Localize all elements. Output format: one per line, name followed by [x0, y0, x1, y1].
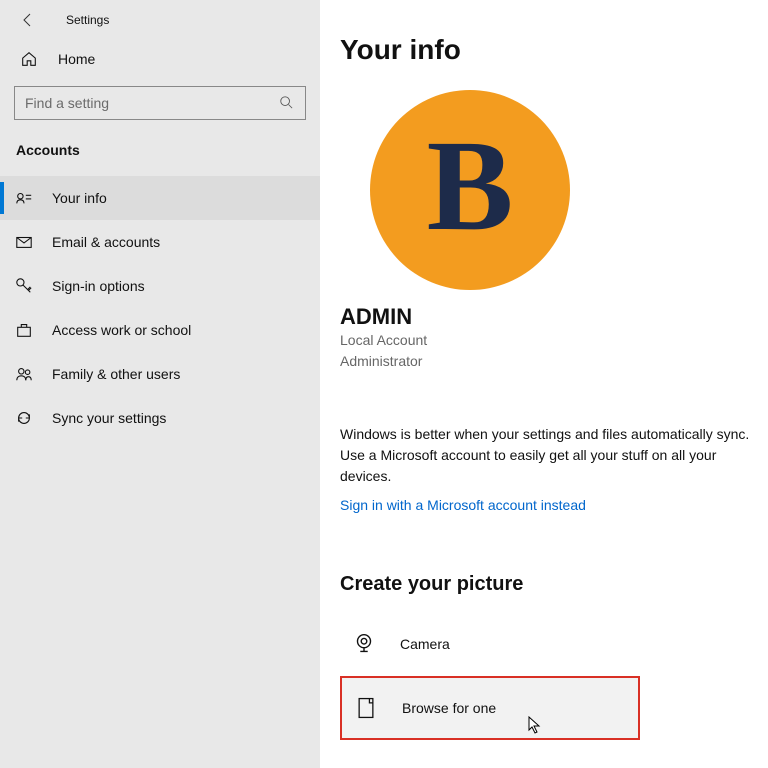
- nav-label: Sign-in options: [52, 278, 145, 294]
- home-icon: [20, 50, 38, 68]
- username: ADMIN: [340, 304, 768, 330]
- signin-microsoft-link[interactable]: Sign in with a Microsoft account instead: [340, 497, 586, 513]
- camera-option[interactable]: Camera: [340, 618, 768, 670]
- avatar: B: [370, 90, 570, 290]
- nav-label: Sync your settings: [52, 410, 166, 426]
- nav-label: Your info: [52, 190, 107, 206]
- search-icon: [279, 95, 295, 111]
- back-arrow-icon[interactable]: [20, 12, 36, 28]
- nav-label: Access work or school: [52, 322, 191, 338]
- nav-label: Email & accounts: [52, 234, 160, 250]
- briefcase-icon: [14, 320, 34, 340]
- sync-description: Windows is better when your settings and…: [340, 424, 768, 487]
- browse-label: Browse for one: [402, 700, 496, 716]
- window-title: Settings: [66, 13, 109, 27]
- sidebar-item-email-accounts[interactable]: Email & accounts: [0, 220, 320, 264]
- category-label: Accounts: [0, 134, 320, 176]
- search-input[interactable]: [14, 86, 306, 120]
- avatar-letter: B: [427, 111, 514, 261]
- people-icon: [14, 364, 34, 384]
- account-role: Administrator: [340, 351, 768, 372]
- sidebar-item-family-users[interactable]: Family & other users: [0, 352, 320, 396]
- search-field[interactable]: [25, 95, 279, 111]
- page-title: Your info: [340, 34, 768, 66]
- home-label: Home: [58, 51, 95, 67]
- home-nav[interactable]: Home: [0, 38, 320, 80]
- cursor-icon: [528, 716, 542, 734]
- key-icon: [14, 276, 34, 296]
- sync-icon: [14, 408, 34, 428]
- sidebar-item-signin-options[interactable]: Sign-in options: [0, 264, 320, 308]
- person-card-icon: [14, 188, 34, 208]
- account-type: Local Account: [340, 330, 768, 351]
- file-icon: [352, 694, 380, 722]
- sidebar-item-your-info[interactable]: Your info: [0, 176, 320, 220]
- main-content: Your info B ADMIN Local Account Administ…: [320, 0, 768, 768]
- camera-label: Camera: [400, 636, 450, 652]
- sidebar-item-sync-settings[interactable]: Sync your settings: [0, 396, 320, 440]
- sidebar: Settings Home Accounts Your info Email &…: [0, 0, 320, 768]
- camera-icon: [350, 630, 378, 658]
- browse-option[interactable]: Browse for one: [340, 676, 640, 740]
- section-heading: Create your picture: [340, 573, 768, 596]
- nav-label: Family & other users: [52, 366, 180, 382]
- sidebar-item-access-work[interactable]: Access work or school: [0, 308, 320, 352]
- mail-icon: [14, 232, 34, 252]
